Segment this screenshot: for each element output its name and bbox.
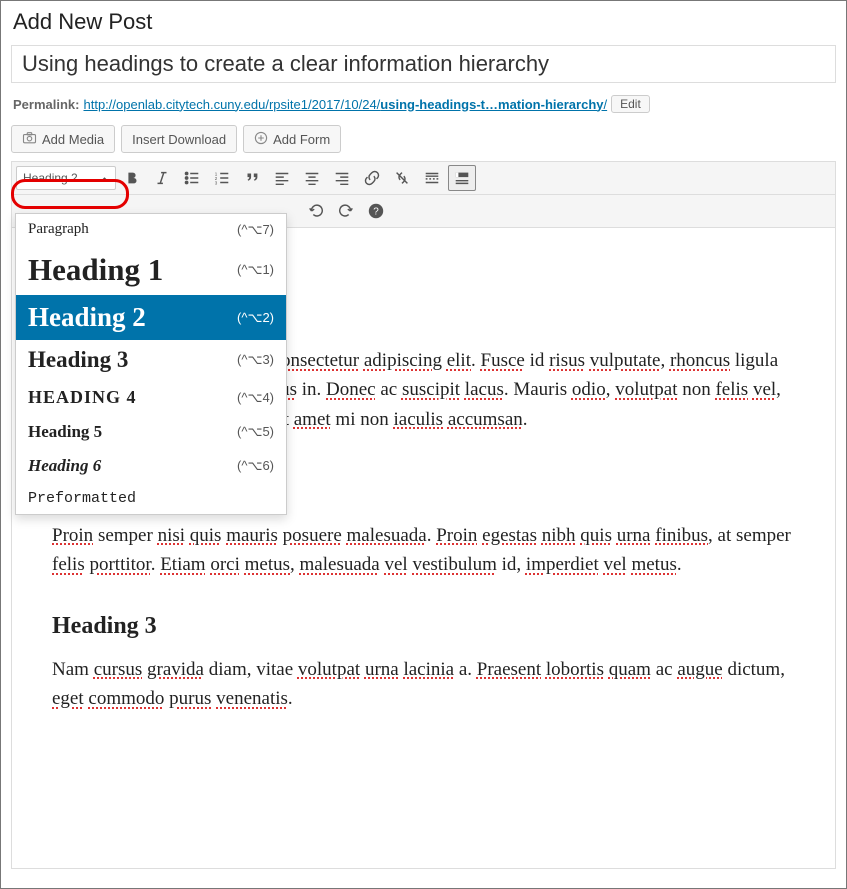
- format-option-label: Heading 6: [28, 456, 101, 476]
- permalink-slug: using-headings-t…mation-hierarchy: [380, 97, 603, 112]
- toolbar-row-1: Heading 2 123: [12, 162, 835, 195]
- format-option-label: Heading 3: [28, 347, 128, 373]
- format-option-shortcut: (^⌥6): [237, 458, 274, 474]
- content-heading-3: Heading 3: [52, 608, 795, 645]
- bullet-list-button[interactable]: [178, 165, 206, 191]
- format-option-label: Heading 1: [28, 252, 163, 288]
- title-input-wrap: [1, 45, 846, 91]
- format-option-0[interactable]: Paragraph (^⌥7): [16, 214, 286, 245]
- insert-download-button[interactable]: Insert Download: [121, 125, 237, 153]
- format-option-label: Heading 5: [28, 422, 102, 442]
- media-buttons-row: Add Media Insert Download Add Form: [1, 125, 846, 161]
- permalink-row: Permalink: http://openlab.citytech.cuny.…: [1, 91, 846, 125]
- permalink-link[interactable]: http://openlab.citytech.cuny.edu/rpsite1…: [83, 97, 607, 112]
- add-form-button[interactable]: Add Form: [243, 125, 341, 153]
- add-media-label: Add Media: [42, 132, 104, 147]
- post-title-input[interactable]: [11, 45, 836, 83]
- align-center-button[interactable]: [298, 165, 326, 191]
- help-button[interactable]: ?: [362, 198, 390, 224]
- read-more-button[interactable]: [418, 165, 446, 191]
- redo-button[interactable]: [332, 198, 360, 224]
- permalink-trail: /: [604, 97, 608, 112]
- bold-button[interactable]: [118, 165, 146, 191]
- format-option-2[interactable]: Heading 2 (^⌥2): [16, 295, 286, 340]
- format-option-shortcut: (^⌥4): [237, 390, 274, 406]
- page-title: Add New Post: [1, 1, 846, 45]
- permalink-label: Permalink:: [13, 97, 79, 112]
- format-dropdown-value: Heading 2: [23, 171, 78, 185]
- format-dropdown-menu: Paragraph (^⌥7) Heading 1 (^⌥1) Heading 2 (^⌥…: [15, 213, 287, 515]
- align-right-button[interactable]: [328, 165, 356, 191]
- format-option-3[interactable]: Heading 3 (^⌥3): [16, 340, 286, 380]
- align-left-button[interactable]: [268, 165, 296, 191]
- format-dropdown-button[interactable]: Heading 2: [16, 166, 116, 190]
- format-option-label: Paragraph: [28, 221, 89, 238]
- editor-panel: Add New Post Permalink: http://openlab.c…: [0, 0, 847, 889]
- format-option-shortcut: (^⌥1): [237, 262, 274, 278]
- camera-icon: [22, 130, 37, 148]
- plus-circle-icon: [254, 131, 268, 148]
- format-option-6[interactable]: Heading 6 (^⌥6): [16, 449, 286, 483]
- caret-up-icon: [100, 171, 109, 185]
- svg-text:?: ?: [373, 207, 379, 218]
- format-option-1[interactable]: Heading 1 (^⌥1): [16, 245, 286, 295]
- format-option-7[interactable]: Preformatted: [16, 483, 286, 514]
- format-option-shortcut: (^⌥7): [237, 222, 274, 238]
- format-option-label: Heading 2: [28, 302, 146, 333]
- format-option-shortcut: (^⌥3): [237, 352, 274, 368]
- content-paragraph-3: Nam cursus gravida diam, vitae volutpat …: [52, 655, 795, 714]
- content-paragraph-2: Proin semper nisi quis mauris posuere ma…: [52, 521, 795, 580]
- permalink-base: http://openlab.citytech.cuny.edu/rpsite1…: [83, 97, 380, 112]
- format-option-4[interactable]: HEADING 4 (^⌥4): [16, 380, 286, 415]
- add-media-button[interactable]: Add Media: [11, 125, 115, 153]
- format-option-shortcut: (^⌥2): [237, 310, 274, 326]
- numbered-list-button[interactable]: 123: [208, 165, 236, 191]
- svg-text:3: 3: [215, 180, 218, 185]
- permalink-edit-button[interactable]: Edit: [611, 95, 650, 113]
- format-option-label: Preformatted: [28, 490, 136, 507]
- format-option-5[interactable]: Heading 5 (^⌥5): [16, 415, 286, 449]
- add-form-label: Add Form: [273, 132, 330, 147]
- undo-button[interactable]: [302, 198, 330, 224]
- format-option-label: HEADING 4: [28, 387, 137, 408]
- unlink-button[interactable]: [388, 165, 416, 191]
- link-button[interactable]: [358, 165, 386, 191]
- format-option-shortcut: (^⌥5): [237, 424, 274, 440]
- toolbar-toggle-button[interactable]: [448, 165, 476, 191]
- italic-button[interactable]: [148, 165, 176, 191]
- blockquote-button[interactable]: [238, 165, 266, 191]
